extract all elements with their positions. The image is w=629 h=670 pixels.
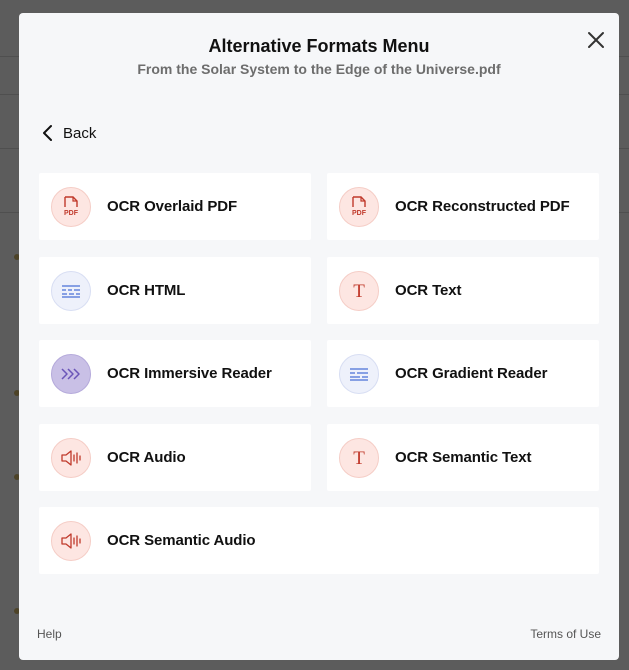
format-label: OCR Immersive Reader (107, 365, 272, 382)
format-ocr-reconstructed-pdf[interactable]: PDF OCR Reconstructed PDF (327, 173, 599, 240)
help-link[interactable]: Help (37, 627, 62, 641)
svg-text:T: T (353, 448, 365, 468)
modal-subtitle: From the Solar System to the Edge of the… (137, 61, 501, 77)
format-ocr-audio[interactable]: OCR Audio (39, 424, 311, 491)
close-button[interactable] (585, 29, 607, 51)
format-ocr-gradient-reader[interactable]: OCR Gradient Reader (327, 340, 599, 407)
format-ocr-text[interactable]: T OCR Text (327, 257, 599, 324)
text-t-icon: T (339, 437, 379, 478)
format-ocr-overlaid-pdf[interactable]: PDF OCR Overlaid PDF (39, 173, 311, 240)
alternative-formats-modal: Alternative Formats Menu From the Solar … (19, 13, 619, 660)
format-label: OCR Semantic Text (395, 449, 532, 466)
format-label: OCR Gradient Reader (395, 365, 548, 382)
format-ocr-immersive-reader[interactable]: OCR Immersive Reader (39, 340, 311, 407)
back-button[interactable]: Back (41, 124, 96, 142)
pdf-icon: PDF (51, 186, 91, 227)
format-label: OCR HTML (107, 282, 186, 299)
speaker-icon (51, 437, 91, 478)
chevron-left-icon (43, 125, 52, 141)
svg-text:PDF: PDF (64, 210, 79, 217)
speaker-icon (51, 520, 91, 561)
format-label: OCR Semantic Audio (107, 532, 256, 549)
format-ocr-semantic-audio[interactable]: OCR Semantic Audio (39, 507, 599, 574)
terms-of-use-link[interactable]: Terms of Use (530, 627, 601, 641)
back-label: Back (63, 124, 97, 142)
pdf-icon: PDF (339, 186, 379, 227)
close-icon (588, 32, 604, 48)
format-label: OCR Overlaid PDF (107, 198, 238, 215)
text-t-icon: T (339, 270, 379, 311)
format-ocr-html[interactable]: OCR HTML (39, 257, 311, 324)
modal-title: Alternative Formats Menu (208, 36, 430, 56)
html-lines-icon (51, 270, 91, 311)
format-label: OCR Audio (107, 449, 186, 466)
svg-text:PDF: PDF (352, 210, 367, 217)
gradient-lines-icon (339, 353, 379, 394)
svg-text:T: T (353, 281, 365, 301)
format-ocr-semantic-text[interactable]: T OCR Semantic Text (327, 424, 599, 491)
format-label: OCR Text (395, 282, 462, 299)
immersive-reader-icon (51, 353, 91, 394)
format-label: OCR Reconstructed PDF (395, 198, 570, 215)
